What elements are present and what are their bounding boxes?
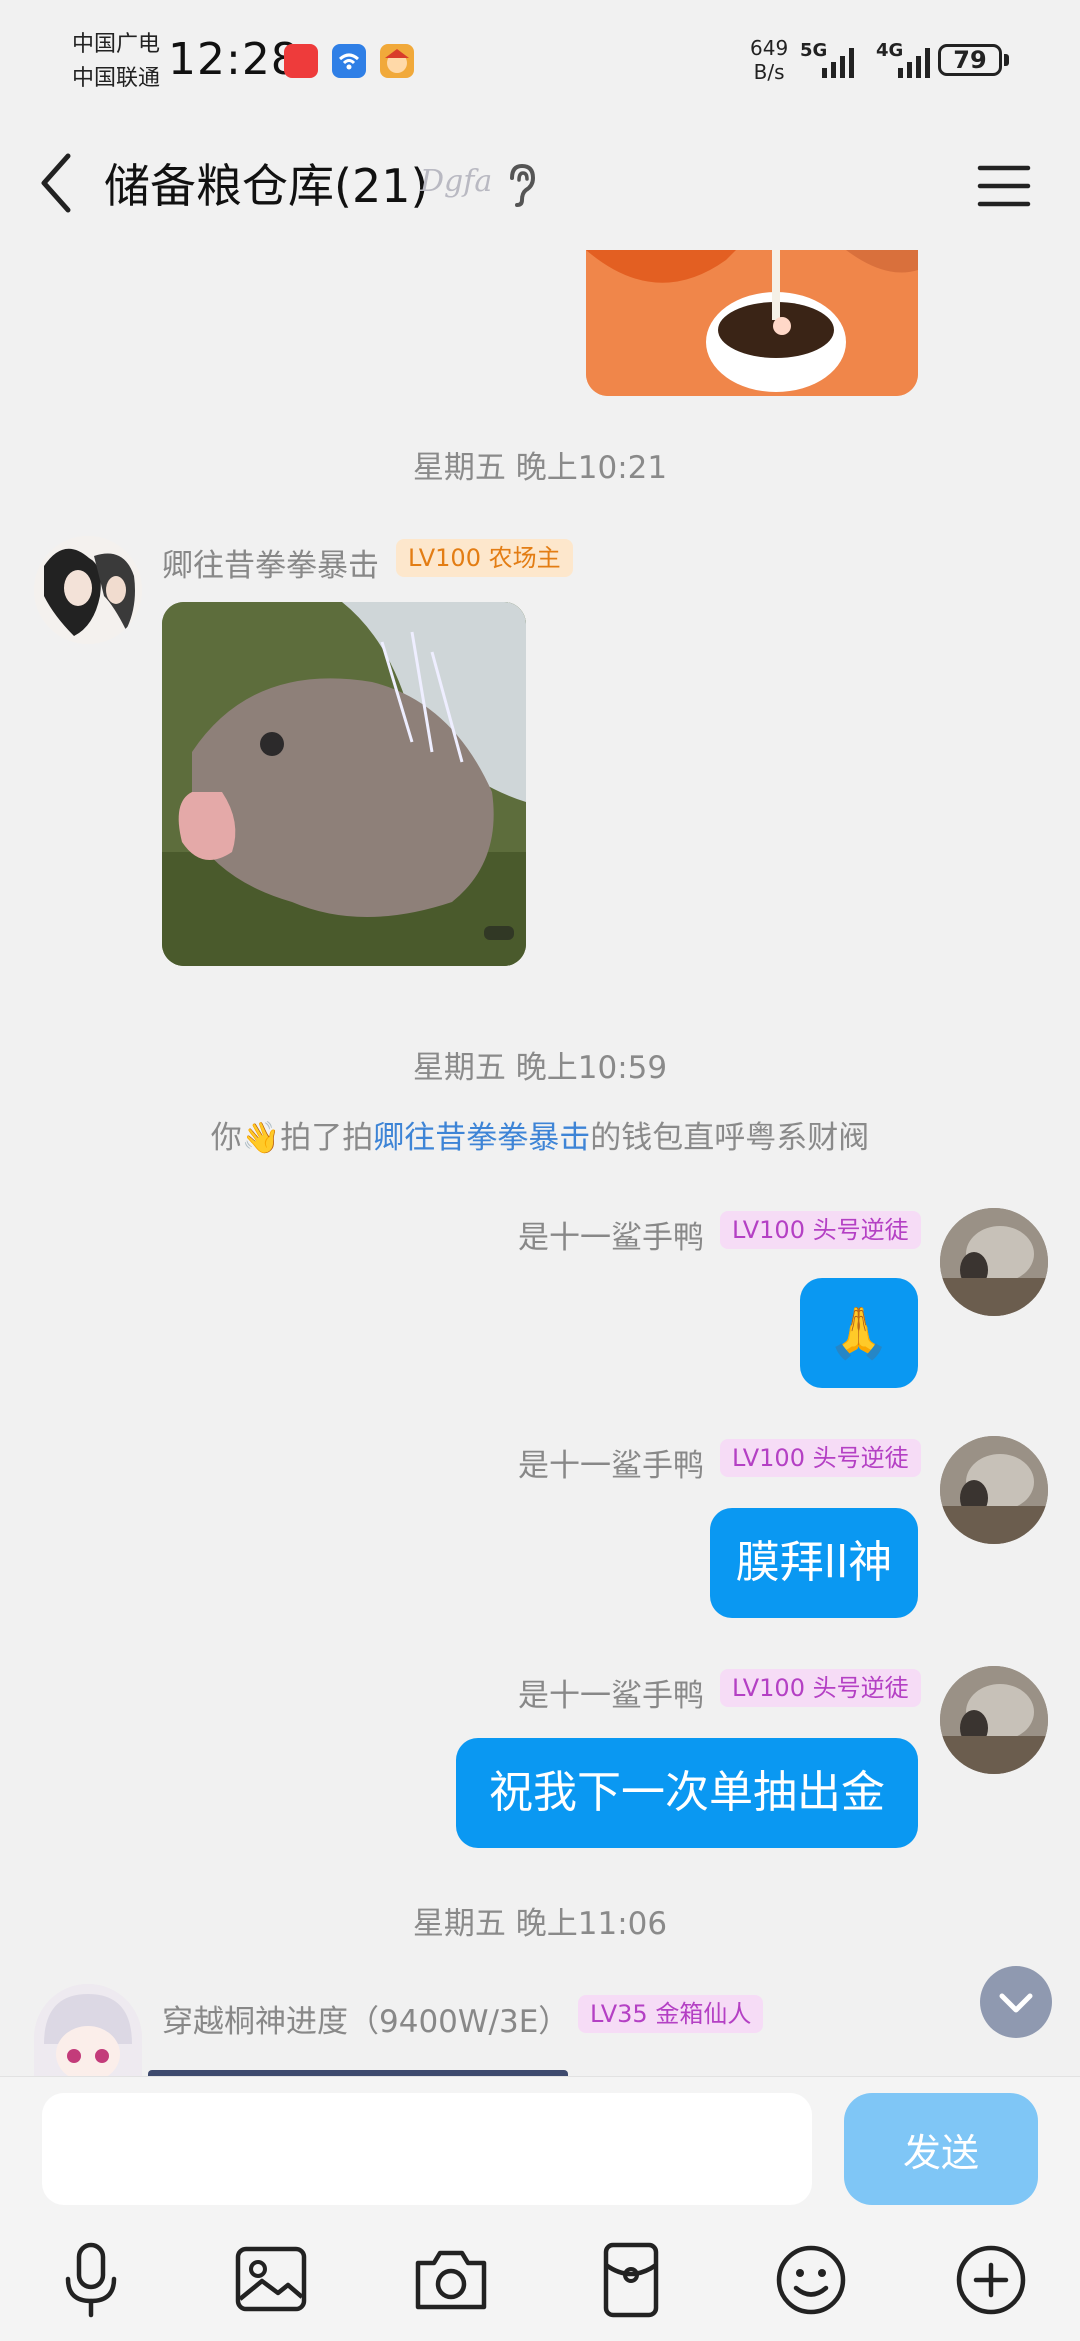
microphone-icon <box>65 2242 117 2318</box>
level-badge: LV100 头号逆徒 <box>720 1439 921 1477</box>
sender-name[interactable]: 穿越桐神进度（9400W/3E） <box>162 1996 569 2041</box>
system-prefix: 你 <box>210 1120 242 1156</box>
my-avatar[interactable] <box>940 1436 1048 1544</box>
red-packet-icon <box>603 2242 659 2318</box>
voice-button[interactable] <box>46 2235 136 2325</box>
avatar[interactable] <box>34 536 142 644</box>
net-speed-value: 649 <box>750 36 789 60</box>
hamburger-menu-icon <box>977 165 1031 207</box>
carrier-2: 中国联通 <box>72 66 161 91</box>
input-area: 发送 <box>0 2076 1080 2341</box>
chat-title[interactable]: 储备粮仓库(21) <box>104 150 428 216</box>
back-button[interactable] <box>30 146 100 216</box>
timestamp: 星期五 晚上10:59 <box>412 1050 668 1086</box>
message-bubble[interactable]: 🙏 <box>800 1278 918 1388</box>
wifi-app-icon <box>332 44 366 78</box>
timestamp: 星期五 晚上11:06 <box>412 1906 668 1942</box>
menu-button[interactable] <box>974 156 1034 216</box>
emoji-button[interactable] <box>766 2235 856 2325</box>
sender-name[interactable]: 是十一鲨手鸭 <box>518 1212 704 1257</box>
carrier-names: 中国广电 中国联通 <box>72 28 160 96</box>
avatar[interactable] <box>34 1984 142 2076</box>
sender-name[interactable]: 卿往昔拳拳暴击 <box>162 540 379 585</box>
sender-name[interactable]: 是十一鲨手鸭 <box>518 1670 704 1715</box>
system-suffix: 的钱包直呼粤系财阀 <box>590 1120 870 1156</box>
chevron-left-icon <box>41 153 71 213</box>
image-icon <box>235 2246 307 2312</box>
system-message: 你👋拍了拍卿往昔拳拳暴击的钱包直呼粤系财阀 <box>0 1112 1080 1157</box>
level-badge: LV100 头号逆徒 <box>720 1669 921 1707</box>
camera-button[interactable] <box>406 2235 496 2325</box>
huawei-app-icon <box>284 44 318 78</box>
carrier-1: 中国广电 <box>72 32 161 57</box>
emoji-icon <box>776 2245 846 2315</box>
group-badge: Dgfa <box>420 164 493 199</box>
mentioned-user-link[interactable]: 卿往昔拳拳暴击 <box>373 1120 590 1156</box>
signal-bars-icon <box>822 48 854 78</box>
status-time: 12:28 <box>168 34 300 85</box>
net-speed-unit: B/s <box>753 60 785 84</box>
more-button[interactable] <box>946 2235 1036 2325</box>
my-avatar[interactable] <box>940 1666 1048 1774</box>
game-app-icon <box>380 44 414 78</box>
signal-bars-icon <box>898 48 930 78</box>
system-action: 拍了拍 <box>280 1120 374 1156</box>
red-packet-button[interactable] <box>586 2235 676 2325</box>
sticker-image[interactable] <box>586 250 918 396</box>
message-bubble[interactable]: 祝我下一次单抽出金 <box>456 1738 918 1848</box>
battery-level: 79 <box>938 44 1002 76</box>
level-badge: LV100 头号逆徒 <box>720 1211 921 1249</box>
status-bar: 中国广电 中国联通 12:28 649 B/s 5G 4G 79 <box>0 0 1080 120</box>
my-avatar[interactable] <box>940 1208 1048 1316</box>
message-bubble[interactable]: 膜拜ll神 <box>710 1508 918 1618</box>
image-message[interactable] <box>162 602 526 966</box>
send-button[interactable]: 发送 <box>844 2093 1038 2205</box>
sender-name[interactable]: 是十一鲨手鸭 <box>518 1440 704 1485</box>
plus-icon <box>956 2245 1026 2315</box>
level-badge: LV100 农场主 <box>396 539 573 577</box>
scroll-to-bottom-button[interactable] <box>980 1966 1052 2038</box>
earpiece-mode-icon <box>502 160 542 208</box>
chat-header: 储备粮仓库(21) Dgfa <box>0 120 1080 250</box>
image-button[interactable] <box>226 2235 316 2325</box>
timestamp: 星期五 晚上10:21 <box>412 450 668 486</box>
camera-icon <box>415 2250 487 2310</box>
network-speed: 649 B/s <box>750 36 788 84</box>
battery-icon <box>1004 54 1009 66</box>
level-badge: LV35 金箱仙人 <box>578 1995 764 2033</box>
message-input[interactable] <box>42 2093 812 2205</box>
chevron-down-icon <box>999 1993 1033 2013</box>
wave-hand-icon: 👋 <box>241 1120 281 1156</box>
